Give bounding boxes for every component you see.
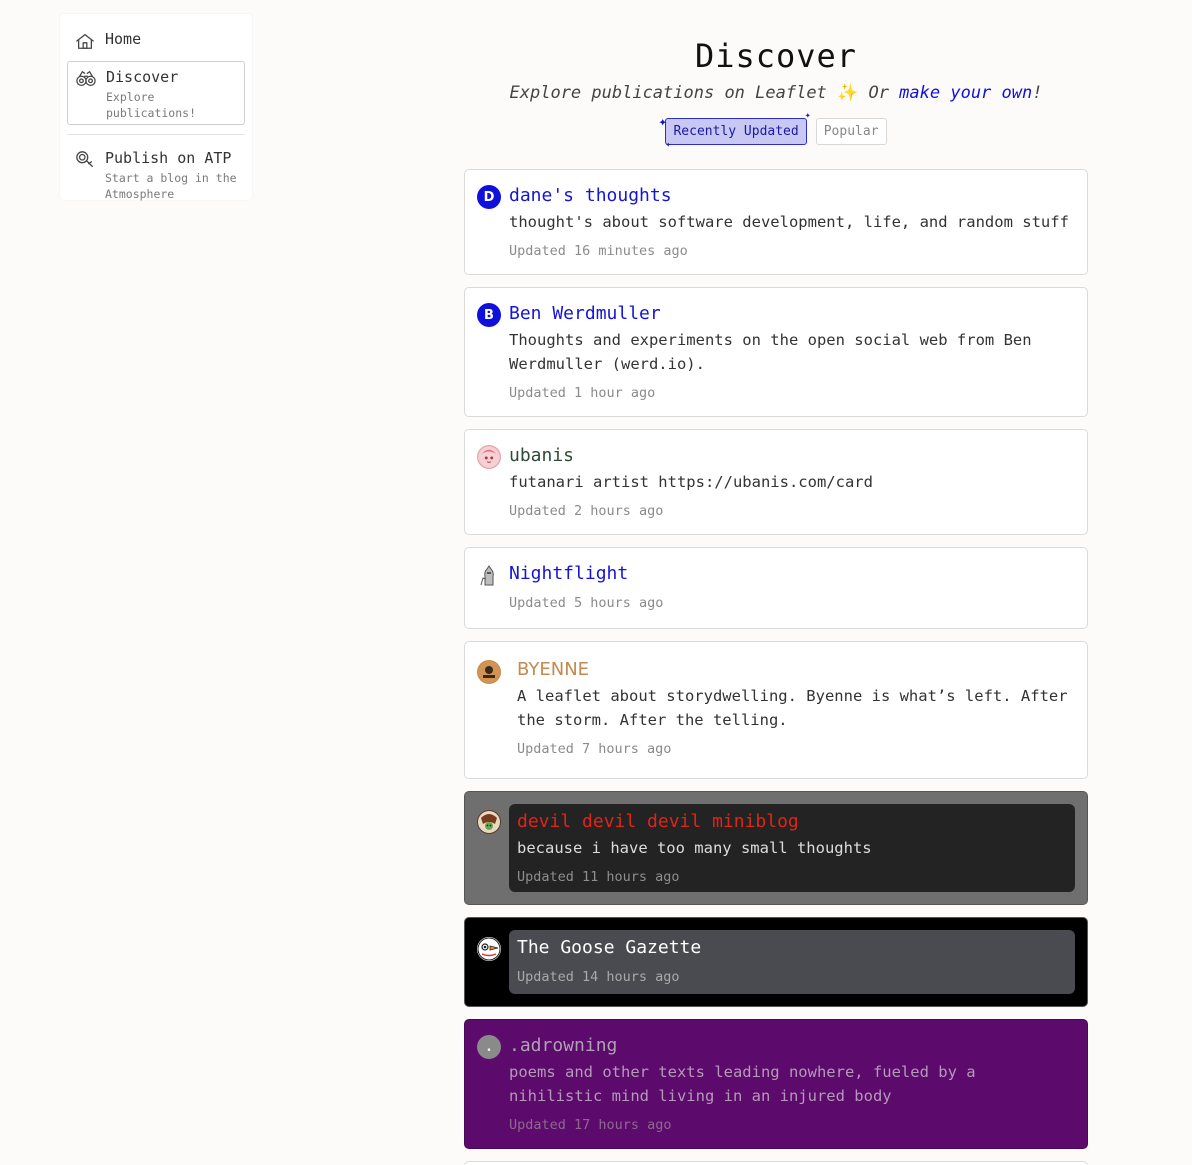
sparkle-icon: ✦: [804, 110, 811, 121]
publication-description: futanari artist https://ubanis.com/card: [509, 473, 873, 491]
avatar: .: [477, 1035, 501, 1059]
publication-card[interactable]: [464, 1161, 1088, 1165]
publication-card[interactable]: . .adrowning poems and other texts leadi…: [464, 1019, 1088, 1149]
nav-publish-label: Publish on ATP: [105, 149, 232, 167]
publication-updated: Updated 1 hour ago: [509, 385, 656, 401]
tab-recently-updated[interactable]: ✦ ✦ ✦ Recently Updated: [658, 111, 810, 151]
magnifier-icon: [73, 149, 97, 171]
avatar: [477, 937, 501, 961]
publication-updated: Updated 14 hours ago: [517, 969, 680, 985]
sparkle-icon: ✦: [658, 114, 667, 130]
subtitle-suffix: !: [1032, 83, 1043, 103]
avatar: [477, 660, 501, 684]
publication-description: Thoughts and experiments on the open soc…: [509, 331, 1032, 373]
publication-updated: Updated 11 hours ago: [517, 869, 680, 885]
publication-description: thought's about software development, li…: [509, 213, 1069, 231]
publication-card[interactable]: D dane's thoughts thought's about softwa…: [464, 169, 1088, 275]
nav-home[interactable]: Home: [67, 22, 245, 59]
publication-inner: The Goose Gazette Updated 14 hours ago: [509, 930, 1075, 994]
page-subtitle: Explore publications on Leaflet ✨ Or mak…: [464, 81, 1088, 105]
anime-avatar-icon: [478, 446, 500, 468]
knight-avatar-icon: [480, 565, 494, 586]
publication-title[interactable]: ubanis: [509, 444, 1075, 468]
tab-recently-updated-label: Recently Updated: [673, 124, 799, 139]
avatar: B: [477, 303, 501, 327]
publication-title[interactable]: BYENNE: [517, 658, 1075, 682]
publication-description: because i have too many small thoughts: [517, 839, 872, 857]
publication-inner: devil devil devil miniblog because i hav…: [509, 804, 1075, 892]
nav-home-label: Home: [105, 30, 142, 48]
nav-divider: [67, 134, 245, 135]
publication-card[interactable]: The Goose Gazette Updated 14 hours ago: [464, 917, 1088, 1007]
publication-title[interactable]: .adrowning: [509, 1034, 1075, 1058]
nav-publish-sub: Start a blog in the Atmosphere: [105, 171, 237, 201]
publication-updated: Updated 16 minutes ago: [509, 243, 688, 259]
page-title: Discover: [694, 37, 858, 75]
publication-card[interactable]: ubanis futanari artist https://ubanis.co…: [464, 429, 1088, 535]
nav-discover[interactable]: Discover Explore publications!: [67, 61, 245, 125]
publication-title[interactable]: devil devil devil miniblog: [517, 810, 1067, 834]
publication-updated: Updated 2 hours ago: [509, 503, 664, 519]
publication-title[interactable]: Ben Werdmuller: [509, 302, 1075, 326]
avatar: D: [477, 185, 501, 209]
avatar: [477, 563, 501, 587]
tab-popular[interactable]: Popular: [815, 118, 887, 145]
publication-title[interactable]: Nightflight: [509, 562, 1075, 586]
nav-discover-label: Discover: [106, 68, 179, 86]
devil-avatar-icon: [478, 811, 500, 833]
make-your-own-link[interactable]: make your own: [899, 83, 1032, 103]
publication-card[interactable]: Nightflight Updated 5 hours ago: [464, 547, 1088, 629]
sparkle-icon: ✨: [837, 83, 859, 103]
publication-card[interactable]: devil devil devil miniblog because i hav…: [464, 791, 1088, 905]
portrait-avatar-icon: [478, 661, 500, 683]
subtitle-text: Explore publications on Leaflet: [509, 83, 827, 103]
publication-title[interactable]: The Goose Gazette: [517, 936, 1067, 960]
nav-publish[interactable]: Publish on ATP Start a blog in the Atmos…: [67, 143, 245, 208]
sort-tabs: ✦ ✦ ✦ Recently Updated Popular: [464, 111, 1088, 151]
publication-updated: Updated 17 hours ago: [509, 1117, 672, 1133]
publication-updated: Updated 7 hours ago: [517, 741, 672, 757]
publication-description: poems and other texts leading nowhere, f…: [509, 1063, 976, 1105]
home-icon: [73, 30, 97, 52]
sparkle-icon: ✦: [665, 140, 671, 150]
nav-discover-sub: Explore publications!: [106, 90, 197, 120]
publication-card[interactable]: B Ben Werdmuller Thoughts and experiment…: [464, 287, 1088, 417]
publication-title[interactable]: dane's thoughts: [509, 184, 1075, 208]
discover-header: Discover Explore publications on Leaflet…: [464, 36, 1088, 151]
subtitle-or: Or: [858, 83, 900, 103]
goose-avatar-icon: [477, 937, 501, 961]
publication-card[interactable]: BYENNE A leaflet about storydwelling. By…: [464, 641, 1088, 779]
binoculars-icon: [74, 68, 98, 90]
avatar: [477, 445, 501, 469]
publication-description: A leaflet about storydwelling. Byenne is…: [517, 687, 1068, 729]
avatar: [477, 810, 501, 834]
sidebar: Home Discover Explore publications! Publ…: [60, 14, 252, 201]
publication-updated: Updated 5 hours ago: [509, 595, 664, 611]
